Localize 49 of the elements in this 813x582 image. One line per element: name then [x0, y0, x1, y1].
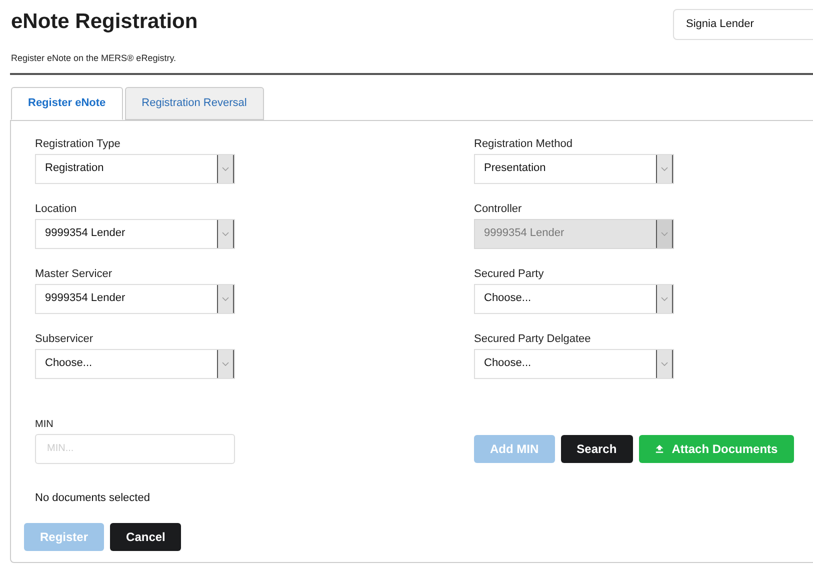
- dropdown-value: 9999354 Lender: [44, 226, 126, 242]
- chevron-down-icon: [661, 232, 668, 236]
- dropdown[interactable]: Registration: [35, 154, 235, 184]
- tab[interactable]: Registration Reversal: [124, 86, 264, 120]
- status-text: No documents selected: [35, 490, 151, 506]
- page-title: eNote Registration: [11, 9, 198, 35]
- field-label: MIN: [35, 418, 54, 430]
- dropdown[interactable]: Choose...: [35, 348, 235, 378]
- dropdown-caret[interactable]: [217, 220, 234, 248]
- chevron-down-icon: [222, 362, 229, 366]
- field-label: Registration Method: [474, 136, 574, 150]
- chevron-down-icon: [222, 166, 229, 170]
- dropdown-value: Choose...: [483, 356, 532, 372]
- dropdown[interactable]: 9999354 Lender: [35, 218, 235, 248]
- action-button[interactable]: Cancel: [110, 523, 182, 551]
- page-subtitle: Register eNote on the MERS® eRegistry.: [10, 52, 178, 65]
- field-label: Controller: [474, 202, 523, 216]
- chevron-down-icon: [222, 232, 229, 236]
- dropdown-caret[interactable]: [656, 350, 673, 378]
- dropdown-caret[interactable]: [217, 350, 234, 378]
- field-label: Subservicer: [35, 332, 94, 346]
- tab[interactable]: Register eNote: [11, 86, 123, 120]
- field-label: Master Servicer: [35, 266, 114, 280]
- field-label: Registration Type: [35, 136, 122, 150]
- user-select[interactable]: Signia Lender: [673, 9, 813, 40]
- field-label: Location: [35, 202, 78, 216]
- dropdown-caret[interactable]: [217, 284, 234, 312]
- chevron-down-icon: [661, 166, 668, 170]
- action-button[interactable]: Search: [560, 434, 633, 462]
- dropdown-value: 9999354 Lender: [483, 226, 566, 242]
- dropdown-caret[interactable]: [656, 284, 673, 312]
- dropdown-caret[interactable]: [217, 154, 234, 182]
- dropdown-value: Choose...: [483, 291, 532, 306]
- user-name: Signia Lender: [686, 17, 754, 32]
- dropdown[interactable]: 9999354 Lender: [35, 284, 235, 314]
- dropdown[interactable]: Choose...: [474, 284, 674, 314]
- chevron-down-icon: [661, 296, 668, 300]
- chevron-down-icon: [661, 362, 668, 366]
- dropdown-value: Registration: [44, 161, 105, 176]
- field-label: Secured Party: [474, 266, 545, 280]
- upload-icon: [654, 444, 664, 453]
- chevron-down-icon: [222, 296, 229, 300]
- dropdown-value: Choose...: [44, 356, 94, 372]
- field-label: Secured Party Delgatee: [474, 332, 592, 346]
- dropdown[interactable]: Choose...: [474, 348, 674, 378]
- dropdown-caret[interactable]: [656, 154, 673, 182]
- dropdown-value: 9999354 Lender: [44, 291, 126, 306]
- dropdown[interactable]: Presentation: [474, 154, 674, 184]
- dropdown-value: Presentation: [483, 161, 547, 176]
